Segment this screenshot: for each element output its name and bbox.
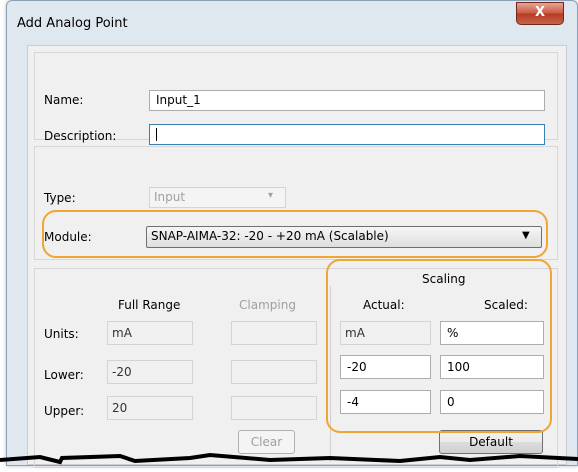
clamping-upper-field[interactable] [231,321,317,345]
text-caret [156,128,157,141]
dialog-body: Name: Input_1 Description: Type: Input ▾… [27,45,567,468]
upper-label: Upper: [44,404,85,418]
default-button[interactable]: Default [439,430,543,454]
add-analog-point-dialog: Add Analog Point X Name: Input_1 Descrip… [6,0,578,468]
description-label: Description: [44,129,117,143]
full-range-upper: 20 [107,396,193,420]
close-button[interactable]: X [516,2,564,25]
clamping-lower-field[interactable] [231,360,317,384]
full-range-units: mA [107,321,193,345]
name-label: Name: [44,93,84,107]
default-button-label: Default [469,435,513,449]
type-label: Type: [44,191,76,205]
name-value: Input_1 [156,93,201,107]
full-range-upper-value: 20 [112,401,128,415]
full-range-units-value: mA [112,326,132,340]
clamping-header: Clamping [239,298,296,312]
name-field[interactable]: Input_1 [149,90,545,111]
title-bar: Add Analog Point X [7,1,577,37]
description-field[interactable] [149,124,545,145]
lower-label: Lower: [44,368,84,382]
full-range-lower-value: -20 [112,365,132,379]
clamping-third-field[interactable] [231,396,317,420]
close-icon: X [534,5,546,20]
units-label: Units: [44,327,79,341]
torn-edge-decoration [0,452,578,465]
type-dropdown[interactable]: Input ▾ [149,187,286,208]
scaling-highlight [326,259,552,433]
full-range-header: Full Range [118,298,181,312]
module-highlight [42,210,548,258]
window-title: Add Analog Point [17,16,128,31]
chevron-down-icon: ▾ [268,190,274,201]
type-value: Input [154,190,186,204]
clear-button-label: Clear [250,435,283,449]
full-range-lower: -20 [107,360,193,384]
clear-button[interactable]: Clear [238,430,295,454]
